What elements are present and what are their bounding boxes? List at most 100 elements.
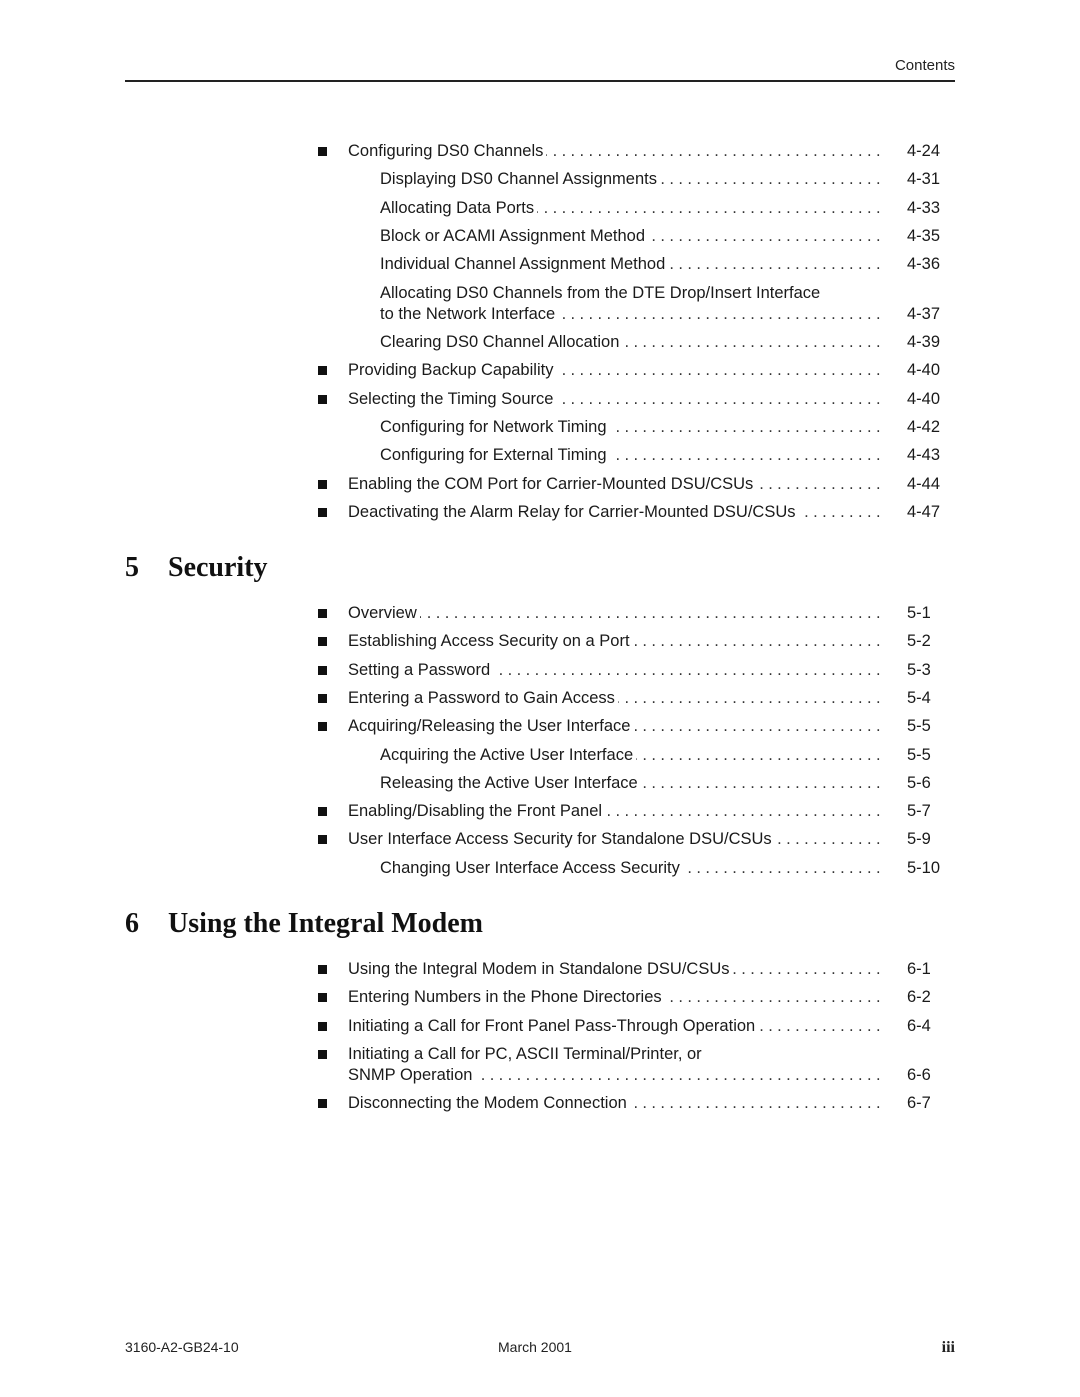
dot-leader: ........................................… xyxy=(799,502,885,521)
square-bullet-icon xyxy=(318,507,327,517)
toc-entry[interactable]: Setting a Password......................… xyxy=(0,660,1080,688)
toc-entry-page: 4-43 xyxy=(907,446,941,465)
toc-entry[interactable]: Deactivating the Alarm Relay for Carrier… xyxy=(0,502,1080,530)
square-bullet-icon xyxy=(318,665,327,675)
toc-entry[interactable]: Changing User Interface Access Security.… xyxy=(0,858,1080,886)
toc-entry[interactable]: Displaying DS0 Channel Assignments......… xyxy=(0,169,1080,197)
chapter-title: Security xyxy=(168,552,268,583)
toc-entry[interactable]: Enabling the COM Port for Carrier-Mounte… xyxy=(0,474,1080,502)
toc-entry[interactable]: Using the Integral Modem in Standalone D… xyxy=(0,959,1080,987)
toc-entry[interactable]: Acquiring/Releasing the User Interface..… xyxy=(0,716,1080,744)
toc-entry-title: Block or ACAMI Assignment Method xyxy=(380,226,646,245)
toc-entry-title: Entering a Password to Gain Access xyxy=(348,688,615,707)
toc-entry-title: Initiating a Call for Front Panel Pass-T… xyxy=(348,1016,756,1035)
toc-entry[interactable]: Acquiring the Active User Interface.....… xyxy=(0,745,1080,773)
toc-entry[interactable]: Overview................................… xyxy=(0,603,1080,631)
toc-entry-page: 5-1 xyxy=(907,604,931,622)
header-section-label: Contents xyxy=(894,57,955,74)
toc-entry-page: 5-3 xyxy=(907,660,931,679)
chapter-number: 5 xyxy=(125,552,139,583)
toc-entry-title: Displaying DS0 Channel Assignments xyxy=(380,170,657,189)
toc-entry-title: Acquiring/Releasing the User Interface xyxy=(348,717,631,736)
dot-leader: ........................................… xyxy=(558,304,885,323)
dot-leader: ........................................… xyxy=(610,417,885,436)
toc-entry-page: 6-6 xyxy=(907,1065,931,1084)
toc-entry[interactable]: Initiating a Call for Front Panel Pass-T… xyxy=(0,1016,1080,1044)
square-bullet-icon xyxy=(318,693,327,703)
toc-entry-title: Establishing Access Security on a Port xyxy=(348,632,630,651)
toc-entry-page: 6-1 xyxy=(907,960,931,978)
toc-entry[interactable]: Releasing the Active User Interface.....… xyxy=(0,773,1080,801)
chapter-heading-5: 5 Security xyxy=(125,552,268,584)
dot-leader: ........................................… xyxy=(636,745,885,764)
toc-entry-page: 5-5 xyxy=(907,717,931,736)
toc-entry-page: 5-7 xyxy=(907,802,931,821)
toc-entry-title: Acquiring the Active User Interface xyxy=(380,745,634,764)
dot-leader: ........................................… xyxy=(683,858,885,877)
dot-leader: ........................................… xyxy=(605,802,885,821)
toc-entry[interactable]: Individual Channel Assignment Method....… xyxy=(0,254,1080,282)
toc-entry-title: Using the Integral Modem in Standalone D… xyxy=(348,960,730,978)
dot-leader: ........................................… xyxy=(537,198,885,217)
toc-entry[interactable]: Configuring for External Timing.........… xyxy=(0,445,1080,473)
square-bullet-icon xyxy=(318,1099,327,1109)
toc-entry[interactable]: Disconnecting the Modem Connection......… xyxy=(0,1093,1080,1121)
dot-leader: ........................................… xyxy=(633,717,885,736)
dot-leader: ........................................… xyxy=(758,1016,885,1035)
toc-entry[interactable]: Allocating Data Ports...................… xyxy=(0,198,1080,226)
toc-entry-title: to the Network Interface xyxy=(380,304,556,323)
toc-entry[interactable]: Allocating DS0 Channels from the DTE Dro… xyxy=(0,283,1080,331)
toc-entry-title: Selecting the Timing Source xyxy=(348,389,554,408)
toc-entry-title: Individual Channel Assignment Method xyxy=(380,255,666,274)
toc-entry-title: Configuring DS0 Channels xyxy=(348,142,544,160)
toc-entry-title: Overview xyxy=(348,604,417,622)
toc-entry-page: 4-44 xyxy=(907,474,941,493)
square-bullet-icon xyxy=(318,993,327,1003)
square-bullet-icon xyxy=(318,147,327,156)
toc-entry-page: 4-40 xyxy=(907,389,941,408)
toc-entry-title: Releasing the Active User Interface xyxy=(380,773,638,792)
dot-leader: ........................................… xyxy=(617,688,885,707)
toc-entry[interactable]: Block or ACAMI Assignment Method........… xyxy=(0,226,1080,254)
toc-entry[interactable]: Configuring for Network Timing..........… xyxy=(0,417,1080,445)
dot-leader: ........................................… xyxy=(629,1094,885,1113)
toc-entry[interactable]: Selecting the Timing Source.............… xyxy=(0,389,1080,417)
dot-leader: ........................................… xyxy=(419,604,885,622)
toc-entry-title: Clearing DS0 Channel Allocation xyxy=(380,333,620,351)
toc-entry-title: Deactivating the Alarm Relay for Carrier… xyxy=(348,502,796,521)
square-bullet-icon xyxy=(318,965,327,974)
toc-entry[interactable]: Clearing DS0 Channel Allocation.........… xyxy=(0,332,1080,360)
toc-entry-page: 5-5 xyxy=(907,745,931,764)
toc-entry[interactable]: Providing Backup Capability.............… xyxy=(0,360,1080,388)
toc-entry[interactable]: User Interface Access Security for Stand… xyxy=(0,829,1080,857)
dot-leader: ........................................… xyxy=(756,474,885,493)
toc-entry-page: 4-24 xyxy=(907,142,941,160)
square-bullet-icon xyxy=(318,479,327,489)
dot-leader: ........................................… xyxy=(732,960,885,978)
toc-entry-page: 5-2 xyxy=(907,632,931,651)
dot-leader: ........................................… xyxy=(556,361,885,380)
toc-entry-title: Configuring for Network Timing xyxy=(380,417,607,436)
toc-entry-page: 4-47 xyxy=(907,502,941,521)
toc-entry-page: 5-10 xyxy=(907,858,941,877)
square-bullet-icon xyxy=(318,394,327,404)
square-bullet-icon xyxy=(318,366,327,376)
square-bullet-icon xyxy=(318,722,327,732)
toc-entry[interactable]: Enabling/Disabling the Front Panel......… xyxy=(0,801,1080,829)
toc-entry-title: Enabling/Disabling the Front Panel xyxy=(348,802,603,821)
dot-leader: ........................................… xyxy=(665,988,885,1007)
square-bullet-icon xyxy=(318,1021,327,1031)
toc-entry-title: Enabling the COM Port for Carrier-Mounte… xyxy=(348,474,754,493)
toc-entry[interactable]: Entering Numbers in the Phone Directorie… xyxy=(0,987,1080,1015)
toc-entry-page: 4-39 xyxy=(907,333,941,351)
toc-entry[interactable]: Initiating a Call for PC, ASCII Terminal… xyxy=(0,1044,1080,1092)
dot-leader: ........................................… xyxy=(610,446,885,465)
toc-entry[interactable]: Entering a Password to Gain Access......… xyxy=(0,688,1080,716)
dot-leader: ........................................… xyxy=(622,333,885,351)
toc-entry[interactable]: Configuring DS0 Channels................… xyxy=(0,141,1080,169)
toc-entry-page: 4-36 xyxy=(907,255,941,274)
toc-entry-title: Changing User Interface Access Security xyxy=(380,858,680,877)
toc-entry[interactable]: Establishing Access Security on a Port..… xyxy=(0,631,1080,659)
dot-leader: ........................................… xyxy=(648,226,885,245)
dot-leader: ........................................… xyxy=(556,389,885,408)
